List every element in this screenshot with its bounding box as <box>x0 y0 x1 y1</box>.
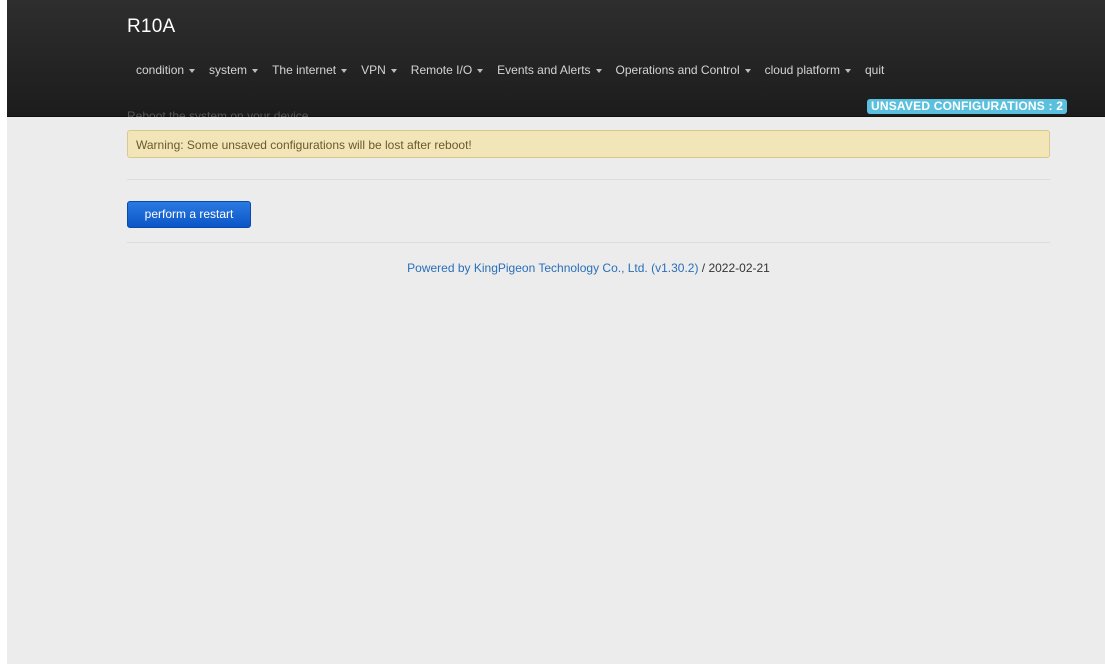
divider <box>127 242 1050 243</box>
brand-title[interactable]: R10A <box>127 16 175 38</box>
caret-down-icon <box>845 69 851 73</box>
menu-item-label: Events and Alerts <box>497 63 591 77</box>
page-description: Reboot the system on your device <box>127 110 309 117</box>
caret-down-icon <box>477 69 484 73</box>
menu-item-label: system <box>209 63 248 77</box>
window-edge <box>0 0 7 664</box>
menu-item-label: Remote I/O <box>410 63 473 77</box>
menu-item-label: cloud platform <box>764 63 840 77</box>
footer-vendor-link[interactable]: Powered by KingPigeon Technology Co., Lt… <box>407 261 698 275</box>
menu-item-operations-and-control[interactable]: Operations and Control <box>609 63 758 77</box>
warning-alert: Warning: Some unsaved configurations wil… <box>127 130 1050 158</box>
caret-down-icon <box>390 69 397 73</box>
footer: Powered by KingPigeon Technology Co., Lt… <box>127 261 1050 275</box>
menu-item-the-internet[interactable]: The internet <box>265 63 354 77</box>
caret-down-icon <box>189 69 196 73</box>
menu-item-quit[interactable]: quit <box>858 63 891 77</box>
footer-date: / 2022-02-21 <box>698 261 770 275</box>
menu-item-system[interactable]: system <box>202 63 265 77</box>
main-menu: condition system The internet VPN Remote… <box>136 63 891 77</box>
menu-item-label: quit <box>865 63 885 77</box>
caret-down-icon <box>595 69 602 73</box>
menu-item-cloud-platform[interactable]: cloud platform <box>758 63 858 77</box>
page: R10A condition system The internet VPN R… <box>0 0 1105 664</box>
menu-item-condition[interactable]: condition <box>136 63 202 77</box>
top-navbar: R10A condition system The internet VPN R… <box>7 0 1105 117</box>
caret-down-icon <box>341 69 348 73</box>
perform-restart-button[interactable]: perform a restart <box>127 201 251 228</box>
caret-down-icon <box>744 69 751 73</box>
menu-item-label: The internet <box>272 63 337 77</box>
divider <box>127 179 1050 180</box>
menu-item-vpn[interactable]: VPN <box>354 63 404 77</box>
menu-item-label: condition <box>136 63 185 77</box>
menu-item-label: VPN <box>361 63 386 77</box>
unsaved-configurations-badge[interactable]: UNSAVED CONFIGURATIONS : 2 <box>867 99 1068 114</box>
menu-item-events-and-alerts[interactable]: Events and Alerts <box>490 63 608 77</box>
menu-item-remote-io[interactable]: Remote I/O <box>404 63 490 77</box>
caret-down-icon <box>252 69 259 73</box>
menu-item-label: Operations and Control <box>615 63 740 77</box>
